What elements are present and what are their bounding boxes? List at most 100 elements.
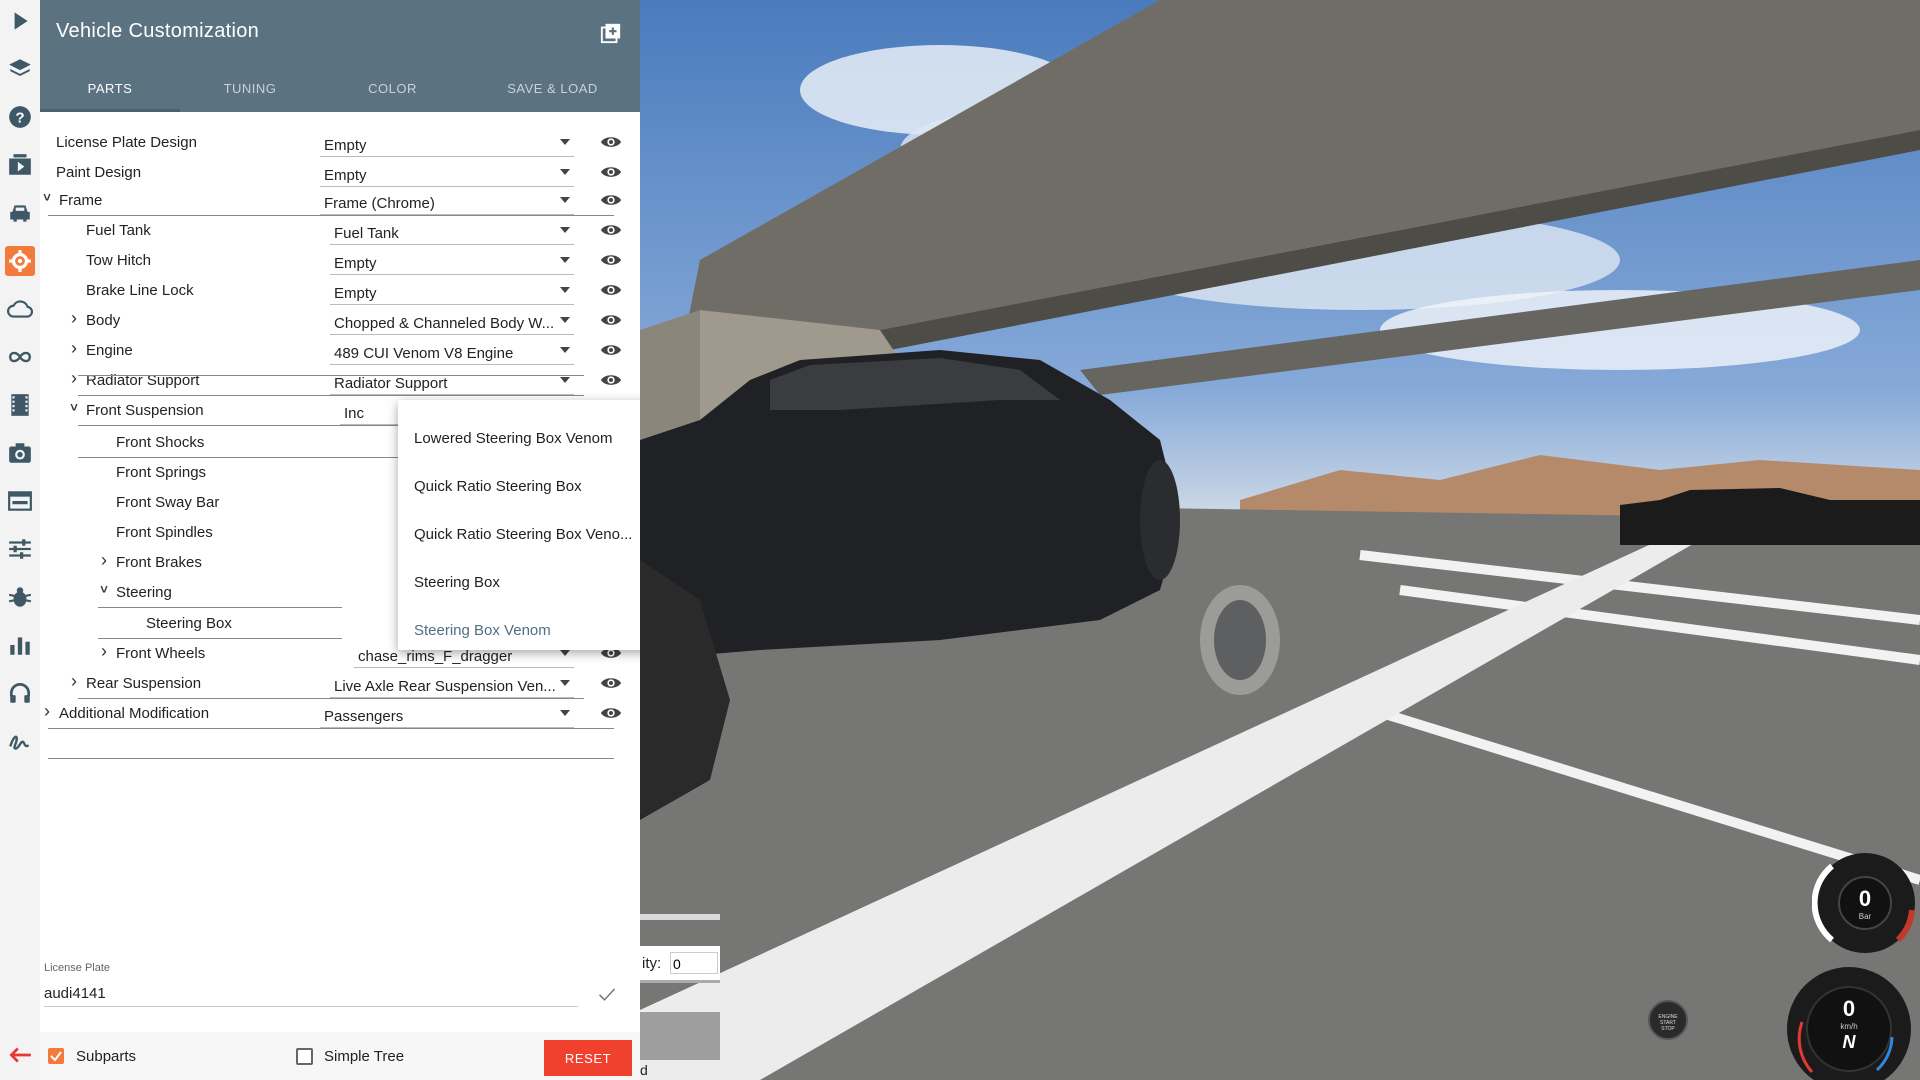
sliders-icon[interactable] <box>5 534 35 564</box>
boost-gauge-value: 0 <box>1858 886 1872 911</box>
panel-header: Vehicle Customization PARTS TUNING COLOR… <box>40 0 640 112</box>
part-row: › Radiator Support Radiator Support <box>40 366 640 396</box>
engine-start-stop-button[interactable]: ENGINE START STOP <box>1648 1000 1688 1040</box>
chevron-down-icon[interactable]: ˅ <box>98 582 110 597</box>
tab-save-load[interactable]: SAVE & LOAD <box>465 72 640 112</box>
game-viewport[interactable]: ity: 0 d ENGINE START STOP 0 Bar 0 km/h … <box>640 0 1920 1080</box>
gear-icon[interactable] <box>5 246 35 276</box>
help-icon[interactable]: ? <box>5 102 35 132</box>
part-select[interactable]: Frame (Chrome) <box>320 188 574 215</box>
back-arrow-icon[interactable] <box>5 1040 35 1070</box>
part-name: Steering <box>116 584 172 601</box>
dropdown-option-selected[interactable]: Steering Box Venom <box>414 622 551 639</box>
chevron-right-icon[interactable]: › <box>68 338 80 359</box>
tree-divider <box>98 607 342 608</box>
tree-divider <box>48 758 614 759</box>
eye-icon[interactable] <box>600 675 622 691</box>
cloud-icon[interactable] <box>5 294 35 324</box>
part-select[interactable]: Live Axle Rear Suspension Ven... <box>330 671 574 698</box>
part-select-value: Empty <box>334 255 377 272</box>
check-icon[interactable] <box>596 984 618 1004</box>
tab-tuning[interactable]: TUNING <box>180 72 320 112</box>
replay-icon[interactable] <box>5 150 35 180</box>
tab-parts[interactable]: PARTS <box>40 72 180 112</box>
part-select[interactable]: Empty <box>330 278 574 305</box>
dropdown-option[interactable]: Quick Ratio Steering Box <box>414 478 582 495</box>
engine-button-line: STOP <box>1661 1026 1675 1032</box>
part-row: Brake Line Lock Empty <box>40 276 640 306</box>
part-select-value: Frame (Chrome) <box>324 195 435 212</box>
speed-unit: km/h <box>1840 1022 1858 1031</box>
chevron-right-icon[interactable]: › <box>98 641 110 662</box>
part-name: Rear Suspension <box>86 675 202 692</box>
chevron-right-icon[interactable]: › <box>68 368 80 389</box>
vehicle-customization-panel: Vehicle Customization PARTS TUNING COLOR… <box>40 0 660 1080</box>
dropdown-option[interactable]: Steering Box <box>414 574 500 591</box>
part-name: Additional Modification <box>59 705 210 722</box>
part-select[interactable]: Inc <box>340 398 400 425</box>
eye-icon[interactable] <box>600 192 622 208</box>
part-select[interactable]: Empty <box>320 130 574 157</box>
eye-icon[interactable] <box>600 705 622 721</box>
part-select[interactable]: Empty <box>320 160 574 187</box>
play-icon[interactable] <box>5 6 35 36</box>
signature-icon[interactable] <box>5 726 35 756</box>
chevron-down-icon[interactable]: ˅ <box>68 400 80 415</box>
chevron-down-icon[interactable]: ˅ <box>41 190 53 205</box>
checkmark-icon <box>50 1051 62 1062</box>
eye-icon[interactable] <box>600 282 622 298</box>
fragment-field-value[interactable]: 0 <box>670 952 718 974</box>
dropdown-arrow-icon <box>560 710 570 716</box>
part-select-value: 489 CUI Venom V8 Engine <box>334 345 514 362</box>
chevron-right-icon[interactable]: › <box>68 308 80 329</box>
part-options-dropdown[interactable]: Lowered Steering Box Venom Quick Ratio S… <box>398 400 660 650</box>
bug-icon[interactable] <box>5 582 35 612</box>
reset-button[interactable]: RESET <box>544 1040 632 1076</box>
part-row: › Body Chopped & Channeled Body W... <box>40 306 640 336</box>
eye-icon[interactable] <box>600 222 622 238</box>
part-select[interactable]: Fuel Tank <box>330 218 574 245</box>
camera-icon[interactable] <box>5 438 35 468</box>
part-select-value: Live Axle Rear Suspension Ven... <box>334 678 556 695</box>
part-select-value: Chopped & Channeled Body W... <box>334 315 555 332</box>
eye-icon[interactable] <box>600 164 622 180</box>
license-plate-label: License Plate <box>44 962 111 974</box>
layers-icon[interactable] <box>5 54 35 84</box>
part-select[interactable]: 489 CUI Venom V8 Engine <box>330 338 574 365</box>
part-select[interactable]: Passengers <box>320 701 574 728</box>
dropdown-option[interactable]: Lowered Steering Box Venom <box>414 430 612 447</box>
subparts-label: Subparts <box>76 1048 137 1065</box>
eye-icon[interactable] <box>600 134 622 150</box>
eye-icon[interactable] <box>600 252 622 268</box>
chevron-right-icon[interactable]: › <box>98 550 110 571</box>
chevron-right-icon[interactable]: › <box>68 671 80 692</box>
part-row: License Plate Design Empty <box>40 128 640 158</box>
part-row: › Additional Modification Passengers <box>40 699 640 729</box>
license-plate-input[interactable] <box>44 980 578 1007</box>
panel-footer: Subparts Simple Tree RESET <box>40 1032 640 1080</box>
part-row: Fuel Tank Fuel Tank <box>40 216 640 246</box>
subparts-checkbox[interactable] <box>48 1048 64 1064</box>
chevron-right-icon[interactable]: › <box>41 701 53 722</box>
window-icon[interactable] <box>5 486 35 516</box>
fragment-trailing-char: d <box>640 1062 648 1078</box>
part-select[interactable]: Chopped & Channeled Body W... <box>330 308 574 335</box>
eye-icon[interactable] <box>600 342 622 358</box>
part-select[interactable]: Empty <box>330 248 574 275</box>
headset-icon[interactable] <box>5 678 35 708</box>
part-select[interactable]: Radiator Support <box>330 368 574 395</box>
dropdown-option[interactable]: Quick Ratio Steering Box Veno... <box>414 526 632 543</box>
chart-icon[interactable] <box>5 630 35 660</box>
dropdown-arrow-icon <box>560 139 570 145</box>
new-window-icon[interactable] <box>600 22 622 44</box>
eye-icon[interactable] <box>600 312 622 328</box>
car-icon[interactable] <box>5 198 35 228</box>
film-icon[interactable] <box>5 390 35 420</box>
part-select-value: Passengers <box>324 708 404 725</box>
infinity-icon[interactable] <box>5 342 35 372</box>
eye-icon[interactable] <box>600 372 622 388</box>
tab-color[interactable]: COLOR <box>320 72 465 112</box>
part-name: Body <box>86 312 121 329</box>
simple-tree-checkbox[interactable] <box>296 1048 313 1065</box>
part-name: Engine <box>86 342 133 359</box>
